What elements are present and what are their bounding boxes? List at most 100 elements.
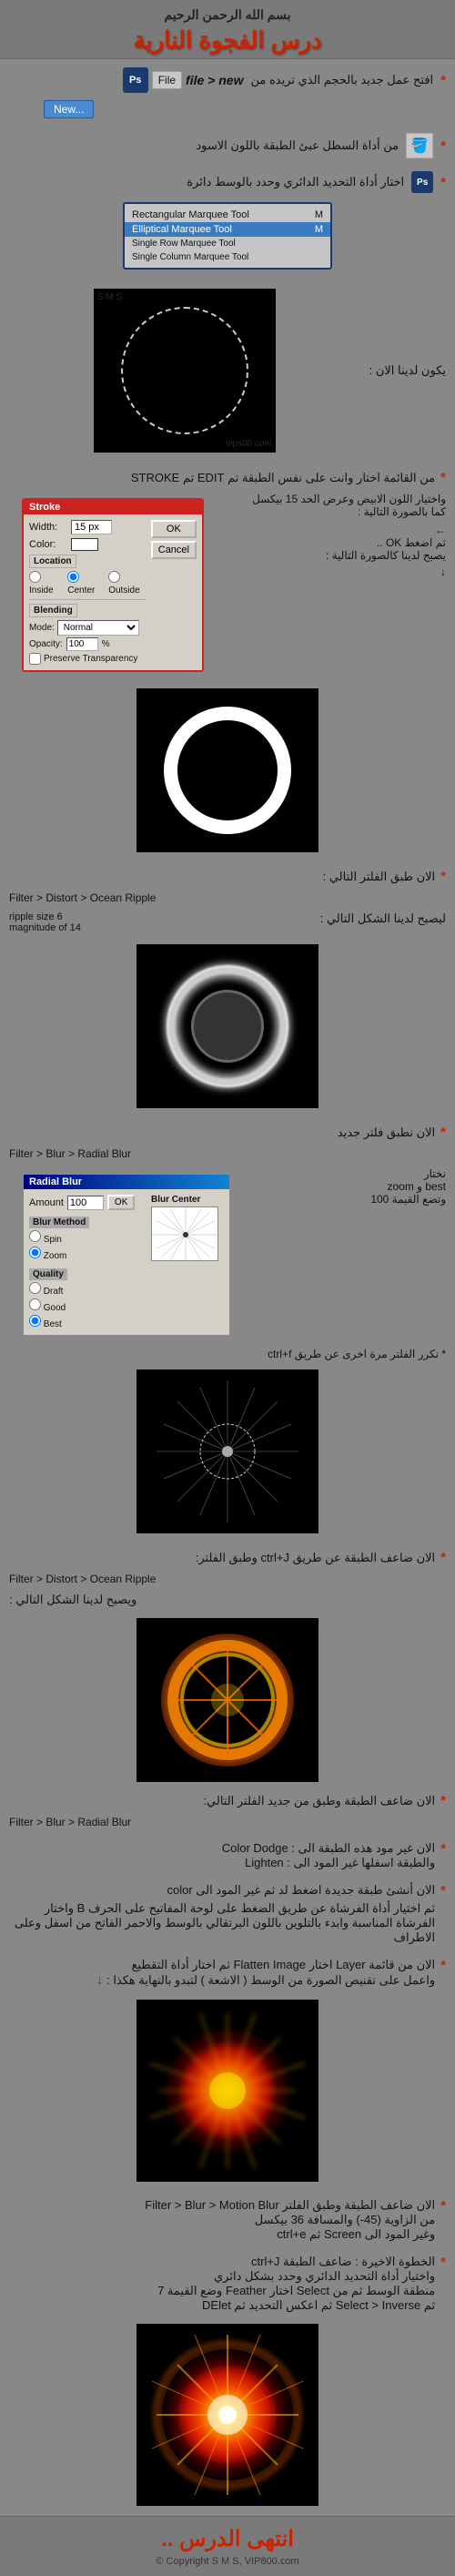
new-button-row: New... (0, 98, 455, 124)
stroke-dialog-body: Width: Color: Location Inside (24, 514, 202, 670)
ripple-magnitude: magnitude of 14 (9, 922, 100, 933)
white-circle-preview (136, 688, 318, 852)
fire-final-svg2 (144, 2331, 312, 2500)
mode-row: Mode: Normal (29, 620, 146, 636)
canvas-label: يكون لدينا الان : (369, 363, 446, 378)
step7-marker2: * (440, 1793, 446, 1808)
step11-marker: * (440, 2198, 446, 2214)
blur-center-box[interactable] (151, 1207, 218, 1261)
step10-marker: * (440, 1958, 446, 1973)
step3-text: اختار أداة التحديد الدائري وحدد بالوسط د… (187, 175, 404, 189)
step5-marker: * (440, 869, 446, 884)
step8-text: الان غير مود هذه الطبقة الى : Color Dodg… (222, 1841, 435, 1870)
stroke-line2: كما بالصورة التالية : (224, 505, 446, 518)
rb-good-label[interactable]: Good (29, 1298, 146, 1313)
radial-blur-right: Blur Center (151, 1195, 224, 1329)
step7-text2: الان ضاعف الطبقة وطبق من جديد الفلتر الت… (203, 1794, 435, 1808)
step10-text: الان من قائمة Layer اختار Flatten Image … (96, 1958, 435, 1989)
rb-best-radio[interactable] (29, 1315, 41, 1327)
blending-section: Blending Mode: Normal Opacity: (29, 599, 146, 665)
ripple-values: ripple size 6 magnitude of 14 (9, 911, 100, 933)
watermark1: vips00.com (226, 439, 272, 449)
rb-draft-radio[interactable] (29, 1282, 41, 1294)
radial-blur-body: Amount OK Blur Method Spin Zoom (24, 1189, 229, 1335)
step4-container: * من القائمة اختار وانت على نفس الطبقة ت… (0, 463, 455, 862)
stroke-line1: واختيار اللون الابيض وعرض الحد 15 بيكسل (224, 493, 446, 505)
step10-container: * الان من قائمة Layer اختار Flatten Imag… (0, 1951, 455, 2192)
opacity-input[interactable] (66, 637, 98, 651)
rb-spin-label[interactable]: Spin (29, 1230, 146, 1245)
ripple-size: ripple size 6 (9, 911, 100, 922)
step7-filter2: Filter > Blur > Radial Blur (0, 1812, 455, 1832)
rb-draft-label[interactable]: Draft (29, 1282, 146, 1297)
mode-select[interactable]: Normal (57, 620, 139, 636)
radio-center[interactable]: Center (67, 571, 101, 596)
tool-shortcut-elliptical: M (315, 224, 323, 235)
rb-zoom-radio[interactable] (29, 1247, 41, 1258)
tool-row-rectangular[interactable]: Rectangular Marquee Tool M (125, 208, 330, 222)
step12-line3: منطقة الوسط ثم من Select اختار Feather و… (157, 2284, 435, 2298)
step6-marker: * (440, 1125, 446, 1140)
tool-row-single-row[interactable]: Single Row Marquee Tool (125, 237, 330, 250)
radial-blur-title: Radial Blur (24, 1175, 229, 1189)
stroke-width-row: Width: (29, 520, 146, 535)
dashed-circle (121, 307, 248, 434)
step10-line1: الان من قائمة Layer اختار Flatten Image … (96, 1958, 435, 1972)
step11-container: * الان ضاعف الطبقة وطبق الفلتر Filter > … (0, 2192, 455, 2248)
step7-result-row: ويصبح لدينا الشكل التالي : (0, 1589, 455, 1611)
radio-outside[interactable]: Outside (108, 571, 146, 596)
canvas-preview-section: يكون لدينا الان : vips00.com S M S (0, 278, 455, 463)
header-section: بسم الله الرحمن الرحيم درس الفجوة الناري… (0, 0, 455, 59)
step9-text: الان أنشئ طبقة جديدة اضغط لد ثم غير المو… (9, 1883, 435, 1945)
rb-amount-input[interactable] (67, 1196, 104, 1210)
step7-row2: * الان ضاعف الطبقة وطبق من جديد الفلتر ا… (0, 1789, 455, 1812)
white-circle (164, 707, 291, 834)
step1-marker: * (440, 73, 446, 88)
footer-section: انتهى الدرس .. © Copyright S M S, VIP800… (0, 2516, 455, 2576)
tools-dialog-body: Rectangular Marquee Tool M Elliptical Ma… (125, 204, 330, 268)
step10-line2: واعمل على تقنيص الصورة من الوسط ( الاشعة… (96, 1972, 435, 1989)
rb-good-radio[interactable] (29, 1298, 41, 1310)
step9-row: * الان أنشئ طبقة جديدة اضغط لد ثم غير ال… (0, 1879, 455, 1949)
zoom-preview (136, 1369, 318, 1533)
stroke-buttons: OK Cancel (151, 520, 197, 665)
stroke-arrow: ← (224, 524, 446, 536)
file-new-label: file > new (186, 73, 243, 87)
stroke-width-input[interactable] (71, 520, 112, 535)
stroke-color-box[interactable] (71, 538, 98, 551)
tool-row-elliptical[interactable]: Elliptical Marquee Tool M (125, 222, 330, 237)
fire-final-preview1 (136, 2000, 318, 2182)
ps-icon2: Ps (411, 171, 433, 193)
filter-label7b: Filter > Blur > Radial Blur (9, 1816, 131, 1828)
step12-row: * الخطوة الاخيرة : ضاعف الطبقة ctrl+J وا… (0, 2251, 455, 2316)
radio-outside-input[interactable] (108, 571, 120, 583)
step8-row: * الان غير مود هذه الطبقة الى : Color Do… (0, 1838, 455, 1874)
radio-inside-input[interactable] (29, 571, 41, 583)
step12-line4: ثم Select > Inverse ثم اعكس التحديد ثم D… (157, 2298, 435, 2313)
step7-row1: * الان ضاعف الطبقة عن طريق ctrl+J وطبق ا… (0, 1546, 455, 1569)
radio-inside[interactable]: Inside (29, 571, 60, 596)
rb-zoom-label[interactable]: Zoom (29, 1247, 146, 1261)
step6-text: الان نطبق فلتر جديد (338, 1125, 435, 1140)
rb-ok-button[interactable]: OK (107, 1195, 135, 1210)
radio-center-input[interactable] (67, 571, 79, 583)
preserve-checkbox[interactable] (29, 653, 41, 665)
step11-line1: الان ضاعف الطبقة وطبق الفلتر Filter > Bl… (145, 2198, 435, 2213)
step1-container: * افتح عمل جديد بالحجم الذي تريده من Ps … (0, 59, 455, 127)
rb-spin-radio[interactable] (29, 1230, 41, 1242)
stroke-line4: يصبح لدينا كالصورة التالية : (224, 549, 446, 562)
step11-text: الان ضاعف الطبقة وطبق الفلتر Filter > Bl… (145, 2198, 435, 2242)
stroke-ok-button[interactable]: OK (151, 520, 197, 538)
mode-label: Mode: (29, 623, 55, 633)
step2-row: * 🪣 من أداة السطل عبئ الطبقة باللون الاس… (0, 129, 455, 162)
filter-label6: Filter > Blur > Radial Blur (9, 1147, 131, 1160)
stroke-cancel-button[interactable]: Cancel (151, 541, 197, 559)
tool-row-single-col[interactable]: Single Column Marquee Tool (125, 250, 330, 264)
rb-best-label[interactable]: Best (29, 1315, 146, 1329)
ps-icon: Ps (123, 67, 148, 93)
step8-marker: * (440, 1841, 446, 1857)
stroke-line3: ثم اضغط OK .. (224, 536, 446, 549)
step1-text: افتح عمل جديد بالحجم الذي تريده من (250, 73, 433, 87)
new-button[interactable]: New... (44, 100, 94, 118)
file-menu-box[interactable]: File (152, 71, 182, 89)
